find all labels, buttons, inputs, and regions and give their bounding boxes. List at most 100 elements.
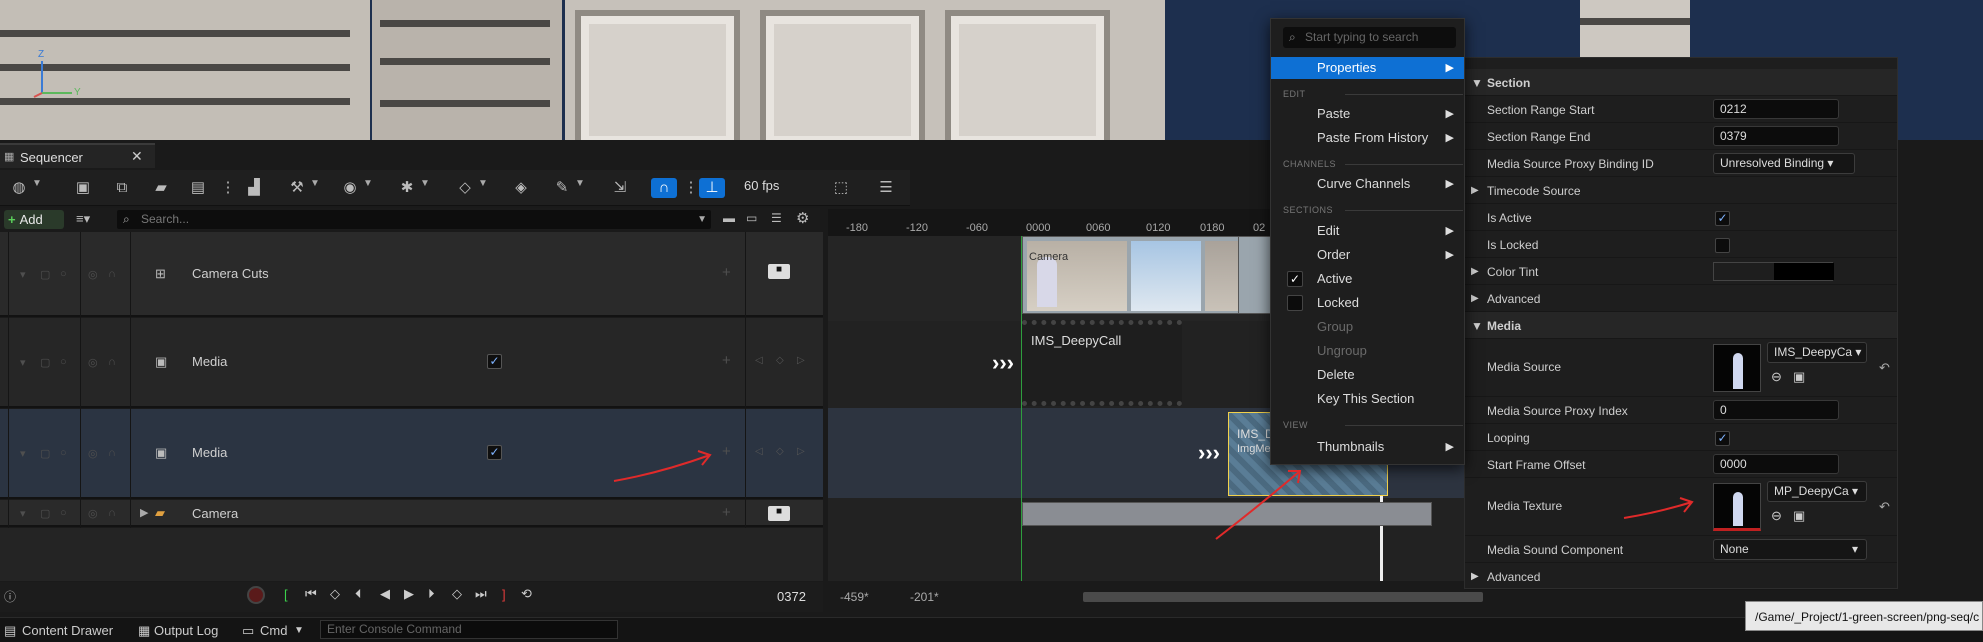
lock-icon[interactable]: ▢ [40, 356, 50, 369]
working-range-start[interactable]: -201* [910, 590, 939, 604]
output-log-button[interactable]: Output Log [154, 623, 218, 638]
range-start-input[interactable]: 0212 [1713, 99, 1839, 119]
menu-item-key-section[interactable]: Key This Section [1271, 388, 1464, 410]
step-forward-icon[interactable]: ⏵ [428, 586, 435, 602]
active-checkbox[interactable]: ✓ [1287, 271, 1303, 287]
camera-section[interactable] [1022, 502, 1432, 526]
chevron-down-icon[interactable]: ▼ [478, 178, 488, 189]
world-icon[interactable]: ◍ [9, 178, 29, 198]
play-icon[interactable]: ▶ [404, 586, 414, 602]
prev-key-icon[interactable]: ◇ [330, 586, 340, 602]
add-key-icon[interactable]: ◇ [776, 355, 784, 366]
row-advanced[interactable]: ▶ Advanced [1465, 285, 1897, 312]
next-key-icon[interactable]: ▷ [797, 446, 805, 457]
track-row-camera[interactable]: ▾ ▢ ○ ◎ ∩ ▶ ▰ Camera + ■ [0, 500, 823, 527]
menu-item-properties[interactable]: Properties ▶ [1271, 57, 1464, 79]
lock-icon[interactable]: ▢ [40, 507, 50, 520]
fps-selector[interactable]: 60 fps [744, 178, 779, 193]
menu-item-edit[interactable]: Edit ▶ [1271, 220, 1464, 242]
locked-checkbox[interactable] [1287, 295, 1303, 311]
color-swatch[interactable] [1713, 262, 1834, 281]
pin-icon[interactable]: ▾ [20, 507, 26, 520]
filter-icon[interactable]: ≡▾ [76, 211, 90, 227]
next-key-icon[interactable]: ◇ [452, 586, 462, 602]
pin-icon[interactable]: ▾ [20, 447, 26, 460]
pin-icon[interactable]: ▾ [20, 356, 26, 369]
looping-checkbox[interactable]: ✓ [1715, 431, 1730, 446]
eye-icon[interactable]: ◎ [88, 447, 98, 460]
pen-icon[interactable]: ✎ [552, 178, 572, 198]
jump-start-icon[interactable]: ⏮ [305, 586, 317, 602]
add-key-icon[interactable]: ◇ [776, 446, 784, 457]
eye-icon[interactable]: ◎ [88, 356, 98, 369]
record-icon[interactable] [247, 586, 265, 604]
pin-icon[interactable]: ▾ [20, 268, 26, 281]
headphones-icon[interactable]: ∩ [108, 268, 116, 280]
auto-scroll-icon[interactable]: ⇲ [610, 178, 630, 198]
add-icon[interactable]: + [722, 443, 731, 460]
camera-cut-clip[interactable]: Camera [1022, 236, 1272, 314]
timeline-scrollbar[interactable] [1083, 592, 1483, 602]
cmd-icon[interactable]: ▭ [242, 623, 254, 639]
solo-icon[interactable]: ○ [60, 507, 67, 519]
lock-icon[interactable]: ▢ [40, 447, 50, 460]
in-point-icon[interactable]: [ [284, 587, 288, 602]
out-point-icon[interactable]: ] [502, 587, 506, 602]
menu-item-delete[interactable]: Delete [1271, 364, 1464, 386]
eye-icon[interactable]: ◎ [88, 507, 98, 520]
media-texture-thumbnail[interactable] [1713, 483, 1761, 531]
menu-item-curve-channels[interactable]: Curve Channels ▶ [1271, 173, 1464, 195]
close-tab-button[interactable]: ✕ [131, 148, 143, 165]
media-texture-dropdown[interactable]: MP_DeepyCa ▾ [1767, 481, 1867, 502]
prev-key-icon[interactable]: ◁ [755, 355, 763, 366]
camera-icon[interactable]: ■ [768, 506, 790, 521]
chevron-down-icon[interactable]: ▼ [310, 178, 320, 189]
add-track-button[interactable]: + Add [4, 210, 64, 229]
playback-options-icon[interactable]: ✱ [397, 178, 417, 198]
render-movie-icon[interactable]: ▰ [151, 178, 171, 198]
list-icon[interactable]: ☰ [771, 211, 782, 225]
track-search-input[interactable]: ⌕ Search... ▼ [117, 210, 711, 229]
snap-magnet-icon[interactable]: ∩ [651, 178, 677, 198]
find-asset-icon[interactable]: ▣ [1793, 508, 1805, 524]
time-ruler[interactable]: -180 -120 -060 0000 0060 0120 0180 02 [828, 209, 1278, 236]
output-log-icon[interactable]: ▦ [138, 623, 150, 639]
find-asset-icon[interactable]: ▣ [1793, 369, 1805, 385]
headphones-icon[interactable]: ∩ [108, 447, 116, 459]
chevron-down-icon[interactable]: ▼ [294, 625, 304, 636]
expand-arrow-icon[interactable]: ▶ [1471, 185, 1479, 196]
more-options-icon[interactable]: ⋮ [681, 178, 701, 198]
track-active-checkbox[interactable]: ✓ [487, 445, 502, 460]
expand-icon[interactable]: ▭ [746, 211, 757, 225]
is-locked-checkbox[interactable] [1715, 238, 1730, 253]
expand-arrow-icon[interactable]: ▶ [1471, 266, 1479, 277]
lock-icon[interactable]: ▢ [40, 268, 50, 281]
solo-icon[interactable]: ○ [60, 268, 67, 280]
settings-gear-icon[interactable]: ⚙ [796, 209, 809, 227]
start-offset-input[interactable]: 0000 [1713, 454, 1839, 474]
chevron-down-icon[interactable]: ▼ [363, 178, 373, 189]
info-icon[interactable]: ⓘ [4, 588, 16, 605]
camera-cut-clip[interactable] [1238, 236, 1271, 314]
actor-to-sequencer-icon[interactable]: ▟ [244, 178, 264, 198]
track-row-media-2[interactable]: ▾ ▢ ○ ◎ ∩ ▣ Media ✓ + ◁ ◇ ▷ [0, 409, 823, 499]
play-reverse-icon[interactable]: ◀ [380, 586, 390, 602]
expand-arrow-icon[interactable]: ▶ [1471, 571, 1479, 582]
track-active-checkbox[interactable]: ✓ [487, 354, 502, 369]
menu-item-thumbnails[interactable]: Thumbnails ▶ [1271, 436, 1464, 458]
loop-icon[interactable]: ⟲ [521, 586, 532, 602]
menu-item-paste-history[interactable]: Paste From History ▶ [1271, 127, 1464, 149]
menu-item-active[interactable]: ✓ Active [1271, 268, 1464, 290]
current-frame[interactable]: 0372 [777, 589, 806, 604]
curve-editor-icon[interactable]: ⬚ [831, 178, 851, 198]
proxy-binding-dropdown[interactable]: Unresolved Binding ▾ [1713, 153, 1855, 174]
expand-arrow-icon[interactable]: ▶ [1471, 293, 1479, 304]
cmd-button[interactable]: Cmd [260, 623, 287, 638]
add-icon[interactable]: + [722, 504, 731, 521]
row-timecode[interactable]: ▶ Timecode Source [1465, 177, 1897, 204]
add-icon[interactable]: + [722, 352, 731, 369]
media-source-dropdown[interactable]: IMS_DeepyCa ▾ [1767, 342, 1867, 363]
chevron-down-icon[interactable]: ▼ [420, 178, 430, 189]
expand-arrow-icon[interactable]: ▶ [140, 506, 148, 519]
is-active-checkbox[interactable]: ✓ [1715, 211, 1730, 226]
